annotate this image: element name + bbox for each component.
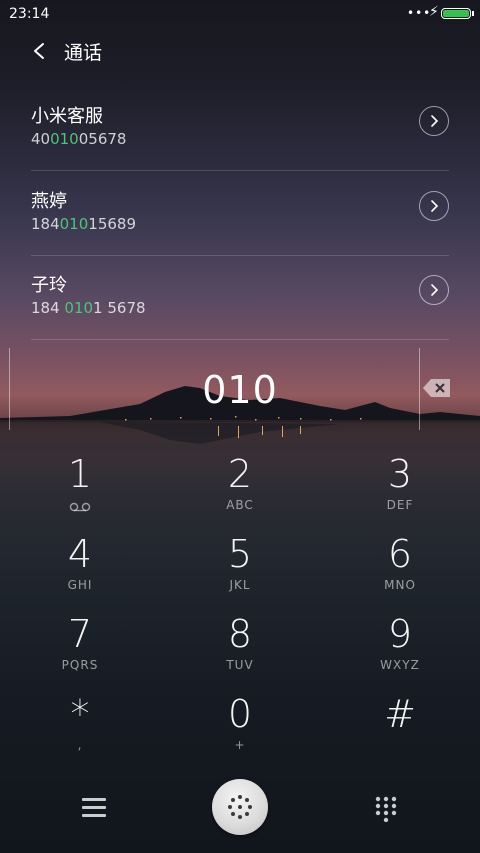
key-4[interactable]: 4 GHI bbox=[20, 532, 140, 608]
dialpad-grid-icon bbox=[375, 796, 397, 823]
menu-icon bbox=[82, 798, 106, 801]
battery-icon bbox=[441, 8, 474, 19]
key-9[interactable]: 9 WXYZ bbox=[340, 612, 460, 688]
key-3[interactable]: 3 DEF bbox=[340, 452, 460, 528]
contact-row[interactable]: 子玲 184 0101 5678 bbox=[31, 255, 449, 340]
backspace-button[interactable] bbox=[422, 378, 452, 398]
key-star[interactable]: * , bbox=[20, 692, 140, 768]
dialpad-dots-icon bbox=[228, 795, 252, 819]
contact-detail-button[interactable] bbox=[419, 106, 449, 136]
chevron-right-icon bbox=[431, 284, 439, 296]
contact-number: 4001005678 bbox=[31, 130, 127, 148]
charging-icon: ⚡ bbox=[429, 4, 439, 20]
key-8[interactable]: 8 TUV bbox=[180, 612, 300, 688]
signal-dots-icon: ••• bbox=[407, 6, 432, 20]
contact-name: 燕婷 bbox=[31, 191, 67, 212]
contact-row[interactable]: 燕婷 18401015689 bbox=[31, 171, 449, 256]
dial-input[interactable]: 010 bbox=[140, 368, 340, 412]
input-left-divider bbox=[9, 348, 10, 430]
status-bar: 23:14 ••• ⚡ bbox=[0, 0, 480, 28]
key-7[interactable]: 7 PQRS bbox=[20, 612, 140, 688]
chevron-right-icon bbox=[431, 115, 439, 127]
key-2[interactable]: 2 ABC bbox=[180, 452, 300, 528]
page-title: 通话 bbox=[64, 42, 103, 64]
call-button[interactable] bbox=[212, 779, 268, 835]
menu-button[interactable] bbox=[82, 798, 106, 818]
key-hash[interactable]: # bbox=[340, 692, 460, 768]
contact-name: 子玲 bbox=[31, 275, 67, 296]
dialpad-toggle-button[interactable] bbox=[375, 796, 397, 823]
key-0[interactable]: 0 + bbox=[180, 692, 300, 768]
chevron-right-icon bbox=[431, 200, 439, 212]
voicemail-icon bbox=[69, 502, 91, 512]
contact-detail-button[interactable] bbox=[419, 191, 449, 221]
contact-name: 小米客服 bbox=[31, 106, 103, 127]
bottom-bar bbox=[0, 770, 480, 850]
status-time: 23:14 bbox=[9, 6, 50, 22]
backspace-icon bbox=[423, 379, 450, 397]
back-button[interactable] bbox=[26, 36, 56, 66]
contact-detail-button[interactable] bbox=[419, 275, 449, 305]
header: 通话 bbox=[0, 30, 480, 74]
back-arrow-icon bbox=[34, 43, 44, 59]
contact-number: 184 0101 5678 bbox=[31, 299, 146, 317]
contact-row[interactable]: 小米客服 4001005678 bbox=[31, 86, 449, 171]
input-right-divider bbox=[419, 348, 420, 430]
key-5[interactable]: 5 JKL bbox=[180, 532, 300, 608]
key-1[interactable]: 1 bbox=[20, 452, 140, 528]
contact-number: 18401015689 bbox=[31, 215, 136, 233]
key-6[interactable]: 6 MNO bbox=[340, 532, 460, 608]
